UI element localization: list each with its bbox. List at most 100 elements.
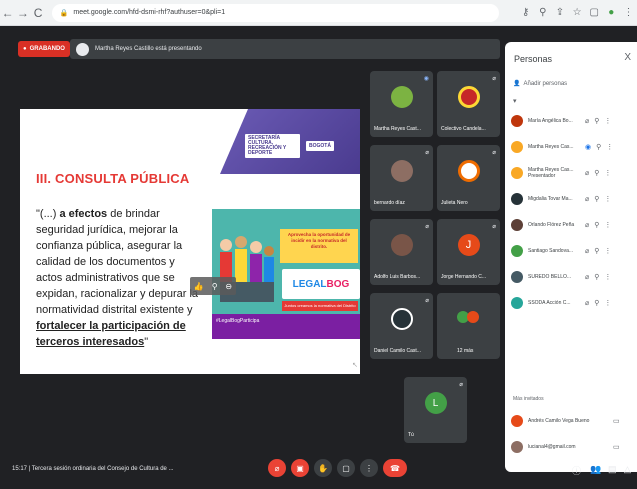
more-participants-tile[interactable]: 12 más <box>437 293 500 359</box>
profile-icon[interactable]: ● <box>603 7 620 18</box>
add-person-icon: 👤 <box>513 81 521 87</box>
presenter-bar: Martha Reyes Castillo está presentando <box>70 39 500 59</box>
participant-tile[interactable]: J ⌀ Jorge Hernando C... <box>437 219 500 285</box>
chat-icon[interactable]: ▭ <box>613 417 620 425</box>
people-panel: Personas X 👤 Añadir personas ▾ María Ang… <box>505 42 637 472</box>
participant-row[interactable]: Migdalia Tovar Ma... ⌀ ⚲ ⋮ <box>511 188 633 210</box>
pin-icon[interactable]: ⚲ <box>594 117 599 125</box>
pin-icon[interactable]: ⚲ <box>594 273 599 281</box>
minus-circle-icon[interactable]: ⊖ <box>225 282 232 291</box>
mic-off-icon[interactable]: ⌀ <box>585 221 589 229</box>
avatar <box>511 415 523 427</box>
people-icon[interactable]: 👥 <box>590 464 601 475</box>
participant-name: María Angélica Bo... <box>528 118 573 124</box>
avatar-small <box>467 311 479 323</box>
pin-icon[interactable]: ⚲ <box>594 221 599 229</box>
slide-title: III. CONSULTA PÚBLICA <box>36 171 190 186</box>
participant-actions: ⌀ ⚲ ⋮ <box>585 221 611 229</box>
search-icon[interactable]: ⚲ <box>212 282 218 291</box>
more-icon[interactable]: ⋮ <box>604 195 611 203</box>
pin-icon[interactable]: ⚲ <box>594 195 599 203</box>
participant-tile[interactable]: ⌀ Daniel Camilo Cast... <box>370 293 433 359</box>
more-icon[interactable]: ⋮ <box>604 221 611 229</box>
more-icon[interactable]: ⋮ <box>604 273 611 281</box>
mic-off-icon[interactable]: ⌀ <box>585 169 589 177</box>
present-button[interactable]: ▢ <box>337 459 355 477</box>
avatar <box>390 234 413 257</box>
avatar <box>390 86 413 109</box>
browser-toolbar: ← → C 🔒 meet.google.com/hfd-dsmi-rhf?aut… <box>0 0 637 26</box>
lock-icon: 🔒 <box>59 9 69 17</box>
participant-row[interactable]: SUREDO BELLO... ⌀ ⚲ ⋮ <box>511 266 633 288</box>
thumbs-up-icon[interactable]: 👍 <box>194 282 204 291</box>
more-icon[interactable]: ⋮ <box>604 117 611 125</box>
chat-icon[interactable]: ▤ <box>608 464 617 475</box>
speaking-icon: ◉ <box>423 76 429 82</box>
more-icon[interactable]: ⋮ <box>604 299 611 307</box>
key-icon[interactable]: ⚷ <box>517 7 534 18</box>
back-button[interactable]: ← <box>0 6 15 20</box>
avatar <box>457 160 480 183</box>
mic-off-icon[interactable]: ⌀ <box>585 117 589 125</box>
camera-off-button[interactable]: ▣ <box>291 459 309 477</box>
bottom-toolbar: 15:17 | Tercera sesión ordinaria del Con… <box>0 452 637 489</box>
mic-off-icon[interactable]: ⌀ <box>585 195 589 203</box>
speaking-icon[interactable]: ◉ <box>585 143 591 151</box>
self-tile[interactable]: L ⌀ Tú <box>404 377 467 443</box>
participant-row[interactable]: Orlando Flórez Peña ⌀ ⚲ ⋮ <box>511 214 633 236</box>
raise-hand-button[interactable]: ✋ <box>314 459 332 477</box>
mic-off-icon[interactable]: ⌀ <box>585 247 589 255</box>
participant-row[interactable]: Santiago Sandova... ⌀ ⚲ ⋮ <box>511 240 633 262</box>
poster-footer: #LegalBogParticipa <box>212 314 360 339</box>
participant-row[interactable]: SSODA Acción C... ⌀ ⚲ ⋮ <box>511 292 633 314</box>
close-icon[interactable]: X <box>624 52 631 63</box>
participant-row[interactable]: Martha Reyes Cas... ◉ ⚲ ⋮ <box>511 136 633 158</box>
address-bar[interactable]: 🔒 meet.google.com/hfd-dsmi-rhf?authuser=… <box>51 3 500 22</box>
avatar <box>511 141 523 153</box>
participant-tile[interactable]: ◉ Martha Reyes Cast... <box>370 71 433 137</box>
more-icon[interactable]: ⋮ <box>606 143 613 151</box>
star-icon[interactable]: ☆ <box>569 7 586 18</box>
info-icon[interactable]: ⓘ <box>572 464 581 477</box>
participant-row[interactable]: María Angélica Bo... ⌀ ⚲ ⋮ <box>511 110 633 132</box>
participant-tile[interactable]: ⌀ Colectivo Candela... <box>437 71 500 137</box>
pointer-icon: ↖ <box>352 362 358 369</box>
reload-button[interactable]: C <box>30 6 45 20</box>
quote-close: " <box>144 336 149 348</box>
chat-icon[interactable]: ▭ <box>613 443 620 451</box>
participant-tile[interactable]: ⌀ bernardo díaz <box>370 145 433 211</box>
slide-controls[interactable]: 👍 ⚲ ⊖ <box>190 277 236 295</box>
pin-icon[interactable]: ⚲ <box>594 169 599 177</box>
avatar: J <box>457 234 480 257</box>
add-people-button[interactable]: 👤 Añadir personas <box>513 80 567 88</box>
chevron-down-icon[interactable]: ▾ <box>513 97 517 105</box>
activities-icon[interactable]: △ <box>624 464 631 475</box>
more-options-button[interactable]: ⋮ <box>360 459 378 477</box>
share-icon[interactable]: ⇪ <box>551 7 568 18</box>
participant-actions: ◉ ⚲ ⋮ <box>585 143 613 151</box>
menu-icon[interactable]: ⋮ <box>620 7 637 18</box>
mic-off-icon[interactable]: ⌀ <box>585 299 589 307</box>
avatar <box>511 271 523 283</box>
poster-banner: Aprovecha la oportunidad de incidir en l… <box>280 229 358 263</box>
mic-off-icon[interactable]: ⌀ <box>585 273 589 281</box>
participant-tile[interactable]: ⌀ Adolfo Luis Barbos... <box>370 219 433 285</box>
search-icon[interactable]: ⚲ <box>534 7 551 18</box>
guest-row[interactable]: Andrés Camilo Vega Bueno ▭ <box>511 410 633 432</box>
forward-button[interactable]: → <box>15 6 30 20</box>
more-icon[interactable]: ⋮ <box>604 247 611 255</box>
end-call-button[interactable]: ☎ <box>383 459 407 477</box>
recording-label: GRABANDO <box>29 46 65 52</box>
tab-icon[interactable]: ▢ <box>586 7 603 18</box>
pin-icon[interactable]: ⚲ <box>594 299 599 307</box>
participant-name: Orlando Flórez Peña <box>528 222 575 228</box>
quote-body: de brindar seguridad jurídica, mejorar l… <box>36 208 199 316</box>
participant-row[interactable]: Martha Reyes Cas... Presentador ⌀ ⚲ ⋮ <box>511 162 633 184</box>
participant-tile[interactable]: ⌀ Julieta Nero <box>437 145 500 211</box>
pin-icon[interactable]: ⚲ <box>594 247 599 255</box>
more-icon[interactable]: ⋮ <box>604 169 611 177</box>
pin-icon[interactable]: ⚲ <box>596 143 601 151</box>
mic-off-button[interactable]: ⌀ <box>268 459 286 477</box>
quote-bold-2: fortalecer la participación de terceros … <box>36 320 186 348</box>
participant-name: Martha Reyes Cas... Presentador <box>528 167 574 179</box>
